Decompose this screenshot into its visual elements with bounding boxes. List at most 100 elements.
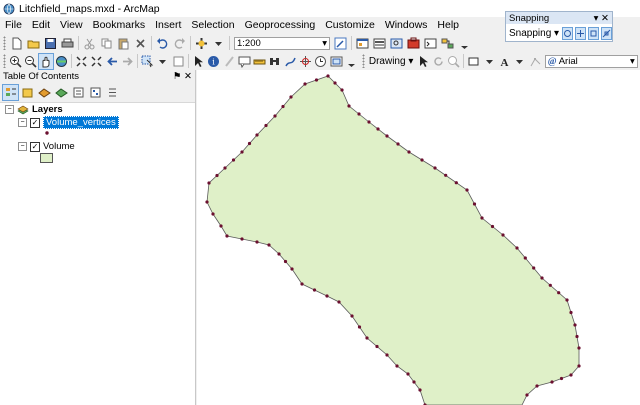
vertex-point[interactable] [325, 294, 329, 298]
full-extent-icon[interactable] [55, 54, 68, 69]
vertex-point[interactable] [225, 234, 229, 238]
close-icon[interactable]: ✕ [184, 71, 192, 82]
vertex-point[interactable] [312, 288, 317, 292]
copy-icon[interactable] [99, 36, 114, 51]
dropdown-arrow-icon[interactable] [513, 54, 526, 69]
vertex-point[interactable] [303, 82, 307, 86]
select-features-icon[interactable] [141, 54, 154, 69]
fixed-zoom-out-icon[interactable] [90, 54, 103, 69]
toolbar-options-icon[interactable] [345, 54, 358, 69]
clear-selection-icon[interactable] [172, 54, 185, 69]
add-data-icon[interactable] [194, 36, 209, 51]
point-snapping-icon[interactable] [562, 26, 574, 40]
vertex-point[interactable] [367, 120, 371, 124]
rotate-icon[interactable] [432, 54, 445, 69]
select-elements-icon[interactable] [416, 54, 429, 69]
chevron-down-icon[interactable]: ▾ [630, 56, 635, 67]
list-by-visibility-icon[interactable] [37, 85, 52, 100]
vertex-point[interactable] [569, 373, 573, 377]
zoom-out-icon[interactable] [24, 54, 37, 69]
vertex-point[interactable] [535, 384, 539, 388]
vertex-point[interactable] [207, 181, 211, 185]
vertex-point[interactable] [211, 212, 215, 216]
menu-view[interactable]: View [55, 19, 88, 31]
vertex-point[interactable] [340, 88, 344, 92]
back-extent-icon[interactable] [105, 54, 118, 69]
model-builder-icon[interactable] [440, 36, 455, 51]
time-slider-icon[interactable] [314, 54, 327, 69]
chevron-down-icon[interactable]: ▾ [322, 38, 327, 49]
pin-icon[interactable]: ⚑ [173, 71, 182, 82]
layer-visibility-checkbox[interactable]: ✓ [30, 141, 40, 152]
fixed-zoom-in-icon[interactable] [75, 54, 88, 69]
vertex-point[interactable] [223, 166, 227, 170]
vertex-point[interactable] [240, 150, 244, 154]
polygon-symbol-swatch[interactable] [40, 153, 53, 163]
collapse-icon[interactable]: − [18, 118, 27, 127]
chevron-down-icon[interactable]: ▾ [594, 13, 599, 24]
vertex-point[interactable] [540, 276, 544, 280]
vertex-point[interactable] [480, 216, 484, 220]
vertex-point[interactable] [264, 123, 268, 128]
layer-item-volume-vertices[interactable]: − ✓ Volume_vertices [18, 116, 119, 129]
vertex-point[interactable] [407, 150, 411, 154]
select-elements-icon[interactable] [192, 54, 205, 69]
vertex-point[interactable] [231, 158, 236, 162]
vertex-point[interactable] [501, 233, 505, 237]
vertex-point[interactable] [465, 188, 469, 192]
list-by-source-icon[interactable] [20, 85, 35, 100]
edit-vertices-icon[interactable] [528, 54, 541, 69]
layer-name[interactable]: Volume [43, 141, 75, 152]
vertex-point[interactable] [290, 267, 294, 271]
list-by-selection-icon[interactable] [54, 85, 69, 100]
layer-item-volume[interactable]: − ✓ Volume [18, 141, 75, 152]
menu-selection[interactable]: Selection [186, 19, 239, 31]
layer-name[interactable]: Volume_vertices [43, 116, 119, 129]
html-popup-icon[interactable] [238, 54, 251, 69]
save-icon[interactable] [43, 36, 58, 51]
redo-icon[interactable] [172, 36, 187, 51]
toc-list-icon[interactable] [105, 85, 120, 100]
new-text-icon[interactable]: A [498, 54, 511, 69]
vertex-point[interactable] [420, 158, 424, 162]
cut-icon[interactable] [82, 36, 97, 51]
table-of-contents-icon[interactable] [355, 36, 370, 51]
vertex-point[interactable] [357, 112, 361, 116]
hyperlink-icon[interactable] [222, 54, 235, 69]
toolbar-options-icon[interactable] [457, 36, 472, 51]
go-to-xy-icon[interactable] [299, 54, 312, 69]
python-window-icon[interactable] [423, 36, 438, 51]
vertex-point[interactable] [573, 323, 577, 327]
vertex-point[interactable] [490, 224, 495, 229]
font-combobox[interactable]: @ Arial ▾ [544, 54, 638, 68]
end-snapping-icon[interactable] [575, 26, 587, 40]
vertex-point[interactable] [273, 114, 277, 118]
layer-visibility-checkbox[interactable]: ✓ [30, 117, 40, 128]
vertex-point[interactable] [337, 300, 341, 304]
vertex-point[interactable] [515, 246, 519, 250]
volume-polygon[interactable] [206, 75, 580, 405]
search-window-icon[interactable] [389, 36, 404, 51]
menu-geoprocessing[interactable]: Geoprocessing [240, 19, 321, 31]
toolbar-grip[interactable] [3, 36, 6, 50]
vertex-point[interactable] [314, 78, 319, 82]
vertex-point[interactable] [219, 224, 223, 228]
vertex-point[interactable] [396, 142, 400, 146]
dropdown-arrow-icon[interactable] [156, 54, 169, 69]
undo-icon[interactable] [155, 36, 170, 51]
vertex-point[interactable] [412, 380, 416, 384]
vertex-point[interactable] [577, 364, 581, 368]
vertex-point[interactable] [385, 134, 389, 138]
zoom-to-selected-elements-icon[interactable] [447, 54, 460, 69]
paste-icon[interactable] [116, 36, 131, 51]
vertex-point[interactable] [240, 237, 244, 241]
find-icon[interactable] [268, 54, 281, 69]
menu-help[interactable]: Help [432, 19, 464, 31]
list-by-drawing-order-icon[interactable] [2, 83, 19, 101]
vertex-point[interactable] [300, 282, 304, 286]
toolbar-grip[interactable] [3, 54, 6, 68]
vertex-point[interactable] [548, 283, 552, 287]
toolbar-grip[interactable] [362, 54, 365, 68]
zoom-in-icon[interactable] [9, 54, 22, 69]
vertex-point[interactable] [289, 95, 293, 99]
